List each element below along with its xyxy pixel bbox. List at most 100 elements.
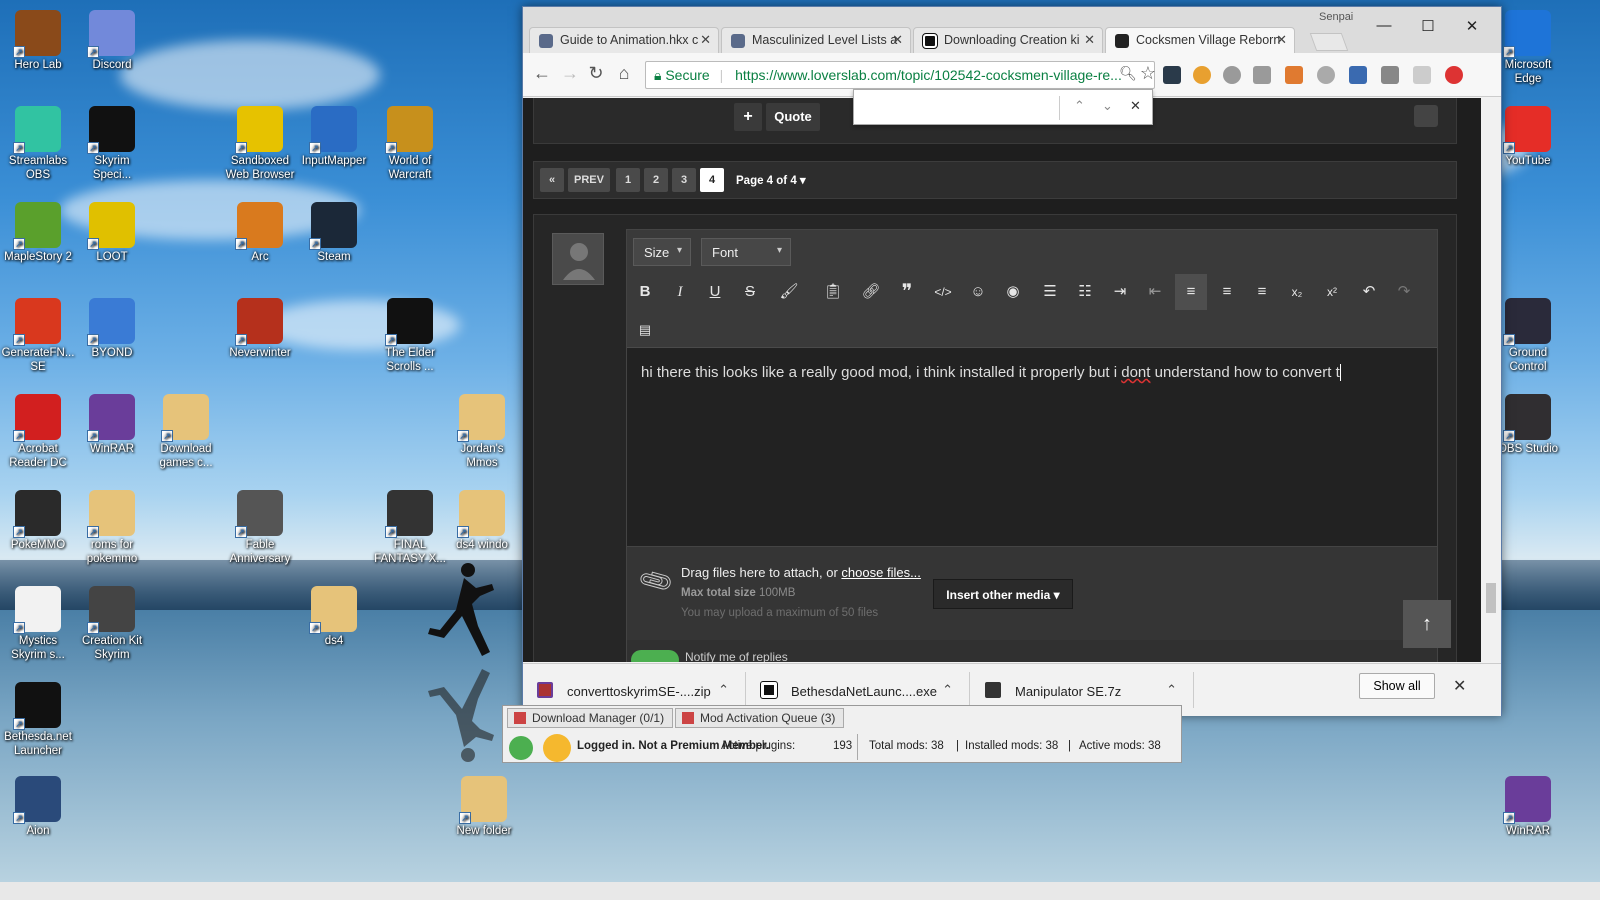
blockquote-icon[interactable]: ❞ xyxy=(891,274,923,310)
align-right-icon[interactable]: ≡ xyxy=(1246,274,1278,310)
size-dropdown[interactable]: Size xyxy=(633,238,691,266)
font-dropdown[interactable]: Font xyxy=(701,238,791,266)
editor-text-area[interactable]: hi there this looks like a really good m… xyxy=(627,348,1437,546)
tab-masculinized[interactable]: Masculinized Level Lists a ✕ xyxy=(721,27,911,53)
spoiler-eye-icon[interactable]: ◉ xyxy=(997,274,1029,310)
desktop-icon[interactable]: ↗ Hero Lab xyxy=(0,10,76,72)
subscript-icon[interactable]: x₂ xyxy=(1281,274,1313,310)
extension-icon[interactable] xyxy=(1223,66,1241,84)
download-item[interactable]: Manipulator SE.7z ⌃ xyxy=(971,672,1191,708)
tab-downloading-creation-kit[interactable]: Downloading Creation ki ✕ xyxy=(913,27,1103,53)
desktop-icon[interactable]: ↗ Sandboxed Web Browser xyxy=(222,106,298,182)
desktop-icon[interactable]: ↗ Steam xyxy=(296,202,372,264)
desktop-icon[interactable]: ↗ WinRAR xyxy=(74,394,150,456)
desktop-icon[interactable]: ↗ Streamlabs OBS xyxy=(0,106,76,182)
extension-icon[interactable] xyxy=(1349,66,1367,84)
page-1-button[interactable]: 1 xyxy=(616,168,640,192)
minimize-button[interactable]: — xyxy=(1363,17,1405,34)
notify-toggle[interactable] xyxy=(631,650,679,662)
desktop-icon[interactable]: ↗ Creation Kit Skyrim xyxy=(74,586,150,662)
bulleted-list-icon[interactable]: ☰ xyxy=(1034,274,1066,310)
search-page-icon[interactable]: 🔍︎ xyxy=(1117,65,1139,82)
desktop-icon[interactable]: ↗ roms for pokemmo xyxy=(74,490,150,566)
close-button[interactable]: ✕ xyxy=(1451,17,1493,35)
extension-icon[interactable] xyxy=(1317,66,1335,84)
strikethrough-icon[interactable]: S xyxy=(734,274,766,310)
tab-guide-animation[interactable]: Guide to Animation.hkx c ✕ xyxy=(529,27,719,53)
chevron-up-icon[interactable]: ⌃ xyxy=(718,682,729,698)
extension-icon[interactable] xyxy=(1445,66,1463,84)
back-icon[interactable]: ← xyxy=(531,63,553,84)
page-4-button[interactable]: 4 xyxy=(700,168,724,192)
indent-icon[interactable]: ⇥ xyxy=(1104,274,1136,310)
desktop-icon[interactable]: ↗ World of Warcraft xyxy=(372,106,448,182)
close-icon[interactable]: ✕ xyxy=(1453,676,1466,696)
link-icon[interactable]: 🔗︎ xyxy=(855,274,887,310)
desktop-icon[interactable]: ↗ The Elder Scrolls ... xyxy=(372,298,448,374)
desktop-icon[interactable]: ↗ Download games c... xyxy=(148,394,224,470)
extension-icon[interactable] xyxy=(1285,66,1303,84)
download-item[interactable]: BethesdaNetLaunc....exe ⌃ xyxy=(747,672,967,708)
tab-download-manager[interactable]: Download Manager (0/1) xyxy=(507,708,674,728)
page-3-button[interactable]: 3 xyxy=(672,168,696,192)
tab-close-icon[interactable]: ✕ xyxy=(892,32,903,48)
multiquote-plus-button[interactable]: + xyxy=(734,103,762,131)
numbered-list-icon[interactable]: ☷ xyxy=(1069,274,1101,310)
desktop-icon[interactable]: ↗ FINAL FANTASY X... xyxy=(372,490,448,566)
undo-icon[interactable]: ↶ xyxy=(1353,274,1385,310)
extension-icon[interactable] xyxy=(1193,66,1211,84)
desktop-icon[interactable]: ↗ Jordan's Mmos xyxy=(444,394,520,470)
close-find-icon[interactable]: ✕ xyxy=(1130,98,1141,114)
desktop-icon[interactable]: ↗ Bethesda.net Launcher xyxy=(0,682,76,758)
tab-mod-activation-queue[interactable]: Mod Activation Queue (3) xyxy=(675,708,845,728)
desktop-icon[interactable]: ↗ Acrobat Reader DC xyxy=(0,394,76,470)
maximize-button[interactable]: ☐ xyxy=(1407,17,1449,35)
tab-close-icon[interactable]: ✕ xyxy=(700,32,711,48)
desktop-icon[interactable]: ↗ GenerateFN... SE xyxy=(0,298,76,374)
desktop-icon[interactable]: ↗ Discord xyxy=(74,10,150,72)
reload-icon[interactable]: ↻ xyxy=(585,63,607,84)
scroll-to-top-button[interactable]: ↑ xyxy=(1403,600,1451,648)
find-previous-icon[interactable]: ⌃ xyxy=(1074,98,1085,114)
bold-icon[interactable]: B xyxy=(629,274,661,310)
chevron-up-icon[interactable]: ⌃ xyxy=(1166,682,1177,698)
desktop-icon[interactable]: ↗ Fable Anniversary xyxy=(222,490,298,566)
forward-icon[interactable]: → xyxy=(559,63,581,84)
desktop-icon[interactable]: ↗ MapleStory 2 xyxy=(0,202,76,264)
desktop-icon[interactable]: ↗ New folder xyxy=(446,776,522,838)
superscript-icon[interactable]: x² xyxy=(1316,274,1348,310)
extension-icon[interactable] xyxy=(1381,66,1399,84)
extension-icon[interactable] xyxy=(1413,66,1431,84)
desktop-icon[interactable]: ↗ Skyrim Speci... xyxy=(74,106,150,182)
tab-close-icon[interactable]: ✕ xyxy=(1276,32,1287,48)
code-icon[interactable]: </> xyxy=(927,274,959,310)
paste-icon[interactable]: 📋︎ xyxy=(817,274,849,310)
first-page-button[interactable]: « xyxy=(540,168,564,192)
profile-name[interactable]: Senpai xyxy=(1319,11,1353,23)
desktop-icon[interactable]: ↗ ds4 xyxy=(296,586,372,648)
outdent-icon[interactable]: ⇤ xyxy=(1139,274,1171,310)
desktop-icon[interactable]: ↗ LOOT xyxy=(74,202,150,264)
extension-icon[interactable] xyxy=(1163,66,1181,84)
desktop-icon[interactable]: ↗ BYOND xyxy=(74,298,150,360)
find-input[interactable] xyxy=(860,96,1055,120)
align-center-icon[interactable]: ≡ xyxy=(1211,274,1243,310)
desktop-icon[interactable]: ↗ Neverwinter xyxy=(222,298,298,360)
prev-page-button[interactable]: PREV xyxy=(568,168,610,192)
download-item[interactable]: converttoskyrimSE-....zip ⌃ xyxy=(523,672,743,708)
italic-icon[interactable]: I xyxy=(664,274,696,310)
insert-other-media-button[interactable]: Insert other media ▾ xyxy=(933,579,1073,609)
redo-icon[interactable]: ↷ xyxy=(1388,274,1420,310)
source-document-icon[interactable]: ▤ xyxy=(629,312,661,348)
page-of-dropdown[interactable]: Page 4 of 4 ▾ xyxy=(736,173,806,187)
find-next-icon[interactable]: ⌄ xyxy=(1102,98,1113,114)
align-left-icon[interactable]: ≡ xyxy=(1175,274,1207,310)
desktop-icon[interactable]: ↗ PokeMMO xyxy=(0,490,76,552)
quote-button[interactable]: Quote xyxy=(766,103,820,131)
extension-icon[interactable] xyxy=(1253,66,1271,84)
color-brush-icon[interactable]: 🖌︎ xyxy=(773,274,805,310)
bookmark-star-icon[interactable]: ☆ xyxy=(1137,63,1159,84)
desktop-icon[interactable]: ↗ WinRAR xyxy=(1490,776,1566,838)
tab-cocksmen-village[interactable]: Cocksmen Village Reborn ✕ xyxy=(1105,27,1295,53)
page-scrollbar[interactable] xyxy=(1481,98,1501,662)
